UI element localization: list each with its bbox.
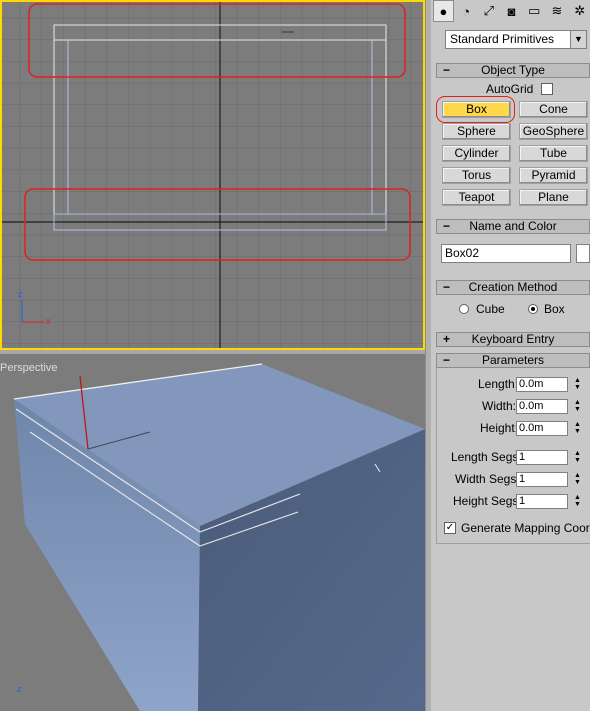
- perspective-viewport-canvas: [13, 363, 425, 711]
- length-segs-spinner[interactable]: 1: [516, 450, 568, 465]
- tube-button[interactable]: Tube: [519, 145, 588, 162]
- cube-radio[interactable]: [459, 304, 469, 314]
- length-spinner[interactable]: 0.0m: [516, 377, 568, 392]
- collapse-icon: −: [443, 219, 451, 233]
- object-type-rollout-header[interactable]: − Object Type: [436, 63, 590, 78]
- keyboard-entry-rollout-header[interactable]: + Keyboard Entry: [436, 332, 590, 347]
- front-axis-x-label: x: [46, 316, 51, 326]
- autogrid-label: AutoGrid: [486, 82, 534, 96]
- category-dropdown-value: Standard Primitives: [450, 32, 555, 46]
- name-color-title: Name and Color: [469, 219, 557, 233]
- name-color-rollout-header[interactable]: − Name and Color: [436, 219, 590, 234]
- length-segs-label: Length Segs:: [451, 450, 522, 464]
- length-label: Length:: [478, 377, 519, 391]
- command-panel: ● ◔ ⤢ ◙ ▭ ≋ ✲ Standard Primitives ▼ − Ob…: [431, 0, 590, 711]
- mapping-coords-checkbox[interactable]: ✓: [444, 522, 456, 534]
- collapse-icon: −: [443, 280, 451, 294]
- cube-radio-label: Cube: [476, 302, 505, 316]
- plane-button[interactable]: Plane: [519, 189, 588, 206]
- object-color-swatch[interactable]: [576, 244, 590, 263]
- geosphere-button[interactable]: GeoSphere: [519, 123, 588, 140]
- autogrid-checkbox[interactable]: [541, 83, 553, 95]
- width-spinner-arrows-icon[interactable]: ▲ ▼: [572, 399, 583, 414]
- gear-icon[interactable]: ✲: [569, 0, 590, 22]
- box-button-highlight: [436, 96, 515, 123]
- width-segs-label: Width Segs:: [455, 472, 520, 486]
- perspective-label[interactable]: Perspective: [0, 362, 57, 374]
- collapse-icon: −: [443, 353, 451, 367]
- box-radio-label: Box: [544, 302, 565, 316]
- object-type-title: Object Type: [481, 63, 545, 77]
- box-radio[interactable]: [528, 304, 538, 314]
- mapping-coords-label: Generate Mapping Coords.: [461, 521, 590, 535]
- height-segs-arrows-icon[interactable]: ▲ ▼: [572, 494, 583, 509]
- object-name-input[interactable]: Box02: [441, 244, 571, 263]
- teapot-button[interactable]: Teapot: [442, 189, 511, 206]
- parameters-title: Parameters: [481, 353, 545, 367]
- front-viewport-canvas: [2, 2, 423, 348]
- height-spinner[interactable]: 0.0m: [516, 421, 568, 436]
- torus-button[interactable]: Torus: [442, 167, 511, 184]
- height-label: Height:: [480, 421, 519, 435]
- perspective-viewport[interactable]: Perspective z: [0, 354, 425, 711]
- width-segs-spinner[interactable]: 1: [516, 472, 568, 487]
- category-dropdown[interactable]: Standard Primitives ▼: [445, 30, 587, 49]
- parameters-rollout-header[interactable]: − Parameters: [436, 353, 590, 368]
- hierarchy-tab-icon[interactable]: ⤢: [479, 0, 500, 22]
- width-label: Width:: [482, 399, 517, 413]
- front-axis-z-label: z: [18, 289, 23, 299]
- height-segs-label: Height Segs:: [453, 494, 522, 508]
- pyramid-button[interactable]: Pyramid: [519, 167, 588, 184]
- length-spinner-arrows-icon[interactable]: ▲ ▼: [572, 377, 583, 392]
- creation-method-rollout-header[interactable]: − Creation Method: [436, 280, 590, 295]
- height-segs-spinner[interactable]: 1: [516, 494, 568, 509]
- width-spinner[interactable]: 0.0m: [516, 399, 568, 414]
- cylinder-button[interactable]: Cylinder: [442, 145, 511, 162]
- display-tab-icon[interactable]: ▭: [524, 0, 545, 22]
- keyboard-entry-title: Keyboard Entry: [471, 332, 555, 346]
- expand-icon: +: [443, 332, 451, 346]
- creation-method-title: Creation Method: [468, 280, 558, 294]
- chevron-down-icon[interactable]: ▼: [570, 31, 586, 48]
- persp-axis-z-label: z: [17, 684, 22, 694]
- panel-tabs: ● ◔ ⤢ ◙ ▭ ≋ ✲: [433, 0, 590, 24]
- length-segs-arrows-icon[interactable]: ▲ ▼: [572, 450, 583, 465]
- cone-button[interactable]: Cone: [519, 101, 588, 118]
- motion-tab-icon[interactable]: ◙: [501, 0, 522, 22]
- front-viewport[interactable]: z x: [0, 0, 425, 350]
- create-tab-icon[interactable]: ●: [433, 0, 454, 22]
- utilities-tab-icon[interactable]: ≋: [547, 0, 568, 22]
- sphere-button[interactable]: Sphere: [442, 123, 511, 140]
- parameters-rollout-border: [436, 368, 437, 544]
- collapse-icon: −: [443, 63, 451, 77]
- parameters-rollout-bottom: [436, 543, 590, 544]
- height-spinner-arrows-icon[interactable]: ▲ ▼: [572, 421, 583, 436]
- width-segs-arrows-icon[interactable]: ▲ ▼: [572, 472, 583, 487]
- modify-tab-icon[interactable]: ◔: [456, 0, 477, 22]
